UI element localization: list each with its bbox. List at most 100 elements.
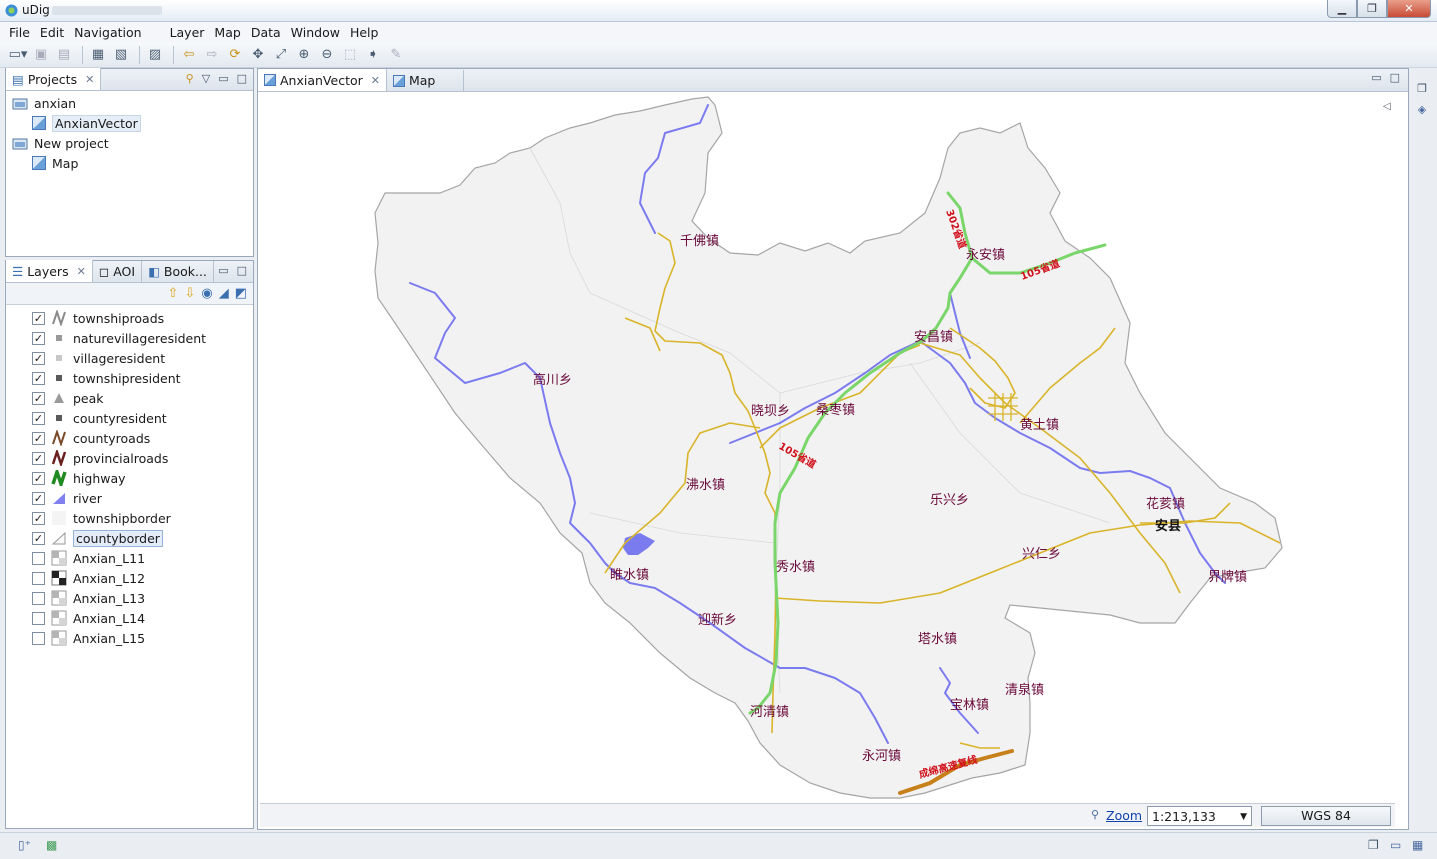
layer-row-naturevillageresident[interactable]: ✓ naturevillageresident — [32, 328, 253, 348]
layer-visibility-checkbox[interactable]: ✓ — [32, 531, 45, 545]
minimize-view-icon[interactable]: ▭ — [1371, 71, 1381, 84]
info-icon[interactable]: ➧ — [363, 45, 383, 65]
layer-visibility-checkbox[interactable] — [32, 631, 45, 645]
catalog-view-icon[interactable]: ◈ — [1418, 103, 1426, 116]
layer-visibility-checkbox[interactable]: ✓ — [32, 491, 45, 505]
save-all-icon[interactable]: ▤ — [54, 45, 74, 65]
layer-visibility-checkbox[interactable]: ✓ — [32, 411, 45, 425]
layer-row-countyborder[interactable]: ✓ countyborder — [32, 528, 253, 548]
minimize-button[interactable]: ▁ — [1327, 0, 1357, 18]
layer-row-Anxian_L15[interactable]: Anxian_L15 — [32, 628, 253, 648]
layer-visibility-checkbox[interactable]: ✓ — [32, 351, 45, 365]
layout-icon[interactable]: ▧ — [111, 45, 131, 65]
menu-edit[interactable]: Edit — [35, 25, 69, 40]
zoom-out-icon[interactable]: ⊖ — [317, 45, 337, 65]
map-side-arrow[interactable]: ◁ — [1383, 101, 1393, 121]
layer-visibility-checkbox[interactable] — [32, 611, 45, 625]
move-down-icon[interactable]: ⇩ — [184, 286, 195, 301]
layer-visibility-checkbox[interactable] — [32, 551, 45, 565]
forward-icon[interactable]: ⇨ — [202, 45, 222, 65]
layer-visibility-checkbox[interactable]: ✓ — [32, 471, 45, 485]
tab-layers[interactable]: ☰ Layers ✕ — [6, 260, 93, 282]
zoom-extent-icon[interactable]: ⤢ — [271, 45, 291, 65]
tree-item-map[interactable]: AnxianVector — [12, 113, 253, 133]
table-view-icon[interactable]: ▦ — [1412, 838, 1423, 852]
tab-aoi[interactable]: ◻ AOI — [93, 261, 143, 282]
refresh-icon[interactable]: ⟳ — [225, 45, 245, 65]
style-icon[interactable]: ◉ — [201, 286, 212, 301]
layer-properties-icon[interactable]: ◩ — [235, 286, 247, 301]
layer-visibility-checkbox[interactable]: ✓ — [32, 511, 45, 525]
layer-row-Anxian_L14[interactable]: Anxian_L14 — [32, 608, 253, 628]
zoom-in-icon[interactable]: ⊕ — [294, 45, 314, 65]
tab-anxianvector[interactable]: AnxianVector ✕ — [258, 69, 387, 91]
tree-item-project[interactable]: New project — [12, 133, 253, 153]
tab-map[interactable]: Map — [387, 70, 465, 91]
layer-visibility-checkbox[interactable]: ✓ — [32, 451, 45, 465]
layer-row-countyresident[interactable]: ✓ countyresident — [32, 408, 253, 428]
layer-visibility-checkbox[interactable]: ✓ — [32, 431, 45, 445]
menu-map[interactable]: Map — [209, 25, 245, 40]
restore-icon[interactable]: ❐ — [1417, 82, 1427, 95]
layer-row-townshipborder[interactable]: ✓ townshipborder — [32, 508, 253, 528]
console-view-icon[interactable]: ▭ — [1390, 838, 1401, 852]
menu-file[interactable]: File — [4, 25, 35, 40]
pan-tool-icon[interactable]: ✥ — [248, 45, 268, 65]
tree-item-map[interactable]: Map — [12, 153, 253, 173]
layer-visibility-checkbox[interactable]: ✓ — [32, 391, 45, 405]
minimize-view-icon[interactable]: ▭ — [218, 264, 228, 277]
crs-button[interactable]: WGS 84 — [1261, 806, 1391, 826]
close-tab-icon[interactable]: ✕ — [77, 265, 86, 278]
select-icon[interactable]: ⬚ — [340, 45, 360, 65]
move-up-icon[interactable]: ⇧ — [168, 286, 179, 301]
menu-window[interactable]: Window — [286, 25, 345, 40]
progress-icon[interactable]: ▩ — [46, 838, 57, 852]
menu-layer[interactable]: Layer — [165, 25, 210, 40]
map-canvas[interactable]: 302省道 105省道 105省道 成绵高速复线 千佛镇 永安镇 安昌镇 高川乡… — [260, 93, 1395, 803]
restore-icon[interactable]: ❐ — [1368, 838, 1379, 852]
link-icon[interactable]: ⚲ — [186, 72, 194, 85]
menu-navigation[interactable]: Navigation — [69, 25, 146, 40]
layer-row-countyroads[interactable]: ✓ countyroads — [32, 428, 253, 448]
layer-visibility-checkbox[interactable]: ✓ — [32, 371, 45, 385]
edit-icon[interactable]: ✎ — [386, 45, 406, 65]
fast-view-icon[interactable]: ▯⁺ — [18, 838, 31, 852]
tab-bookmarks[interactable]: ◧ Book... — [142, 261, 214, 282]
close-tab-icon[interactable]: ✕ — [371, 74, 380, 87]
view-menu-icon[interactable]: ▽ — [202, 72, 210, 85]
save-icon[interactable]: ▣ — [31, 45, 51, 65]
maximize-view-icon[interactable]: □ — [1390, 71, 1400, 84]
maximize-view-icon[interactable]: □ — [237, 264, 247, 277]
menu-help[interactable]: Help — [345, 25, 384, 40]
layer-visibility-checkbox[interactable]: ✓ — [32, 311, 45, 325]
layer-row-Anxian_L12[interactable]: Anxian_L12 — [32, 568, 253, 588]
maximize-view-icon[interactable]: □ — [237, 72, 247, 85]
layer-row-peak[interactable]: ✓ peak — [32, 388, 253, 408]
back-icon[interactable]: ⇦ — [179, 45, 199, 65]
tree-item-project[interactable]: anxian — [12, 93, 253, 113]
layer-row-townshiproads[interactable]: ✓ townshiproads — [32, 308, 253, 328]
close-button[interactable]: ✕ — [1387, 0, 1431, 18]
minimize-view-icon[interactable]: ▭ — [218, 72, 228, 85]
layer-row-villageresident[interactable]: ✓ villageresident — [32, 348, 253, 368]
view-icon[interactable]: ▦ — [88, 45, 108, 65]
layer-visibility-checkbox[interactable] — [32, 571, 45, 585]
maximize-button[interactable]: ❐ — [1357, 0, 1387, 18]
layer-visibility-checkbox[interactable]: ✓ — [32, 331, 45, 345]
tab-projects[interactable]: ▤ Projects ✕ — [6, 68, 102, 90]
scale-combobox[interactable]: 1:213,133 ▼ — [1147, 806, 1252, 826]
properties-icon[interactable]: ▨ — [145, 45, 165, 65]
zoom-link[interactable]: Zoom — [1106, 808, 1142, 823]
map-svg[interactable]: 302省道 105省道 105省道 成绵高速复线 千佛镇 永安镇 安昌镇 高川乡… — [260, 93, 1395, 803]
layer-row-provincialroads[interactable]: ✓ provincialroads — [32, 448, 253, 468]
layer-row-highway[interactable]: ✓ highway — [32, 468, 253, 488]
layer-row-Anxian_L11[interactable]: Anxian_L11 — [32, 548, 253, 568]
edit-style-icon[interactable]: ◢ — [219, 286, 229, 301]
layer-row-Anxian_L13[interactable]: Anxian_L13 — [32, 588, 253, 608]
layer-visibility-checkbox[interactable] — [32, 591, 45, 605]
layer-row-townshipresident[interactable]: ✓ townshipresident — [32, 368, 253, 388]
new-dropdown-icon[interactable]: ▭▾ — [8, 45, 28, 65]
close-tab-icon[interactable]: ✕ — [85, 73, 94, 86]
layer-row-river[interactable]: ✓ river — [32, 488, 253, 508]
menu-data[interactable]: Data — [246, 25, 286, 40]
